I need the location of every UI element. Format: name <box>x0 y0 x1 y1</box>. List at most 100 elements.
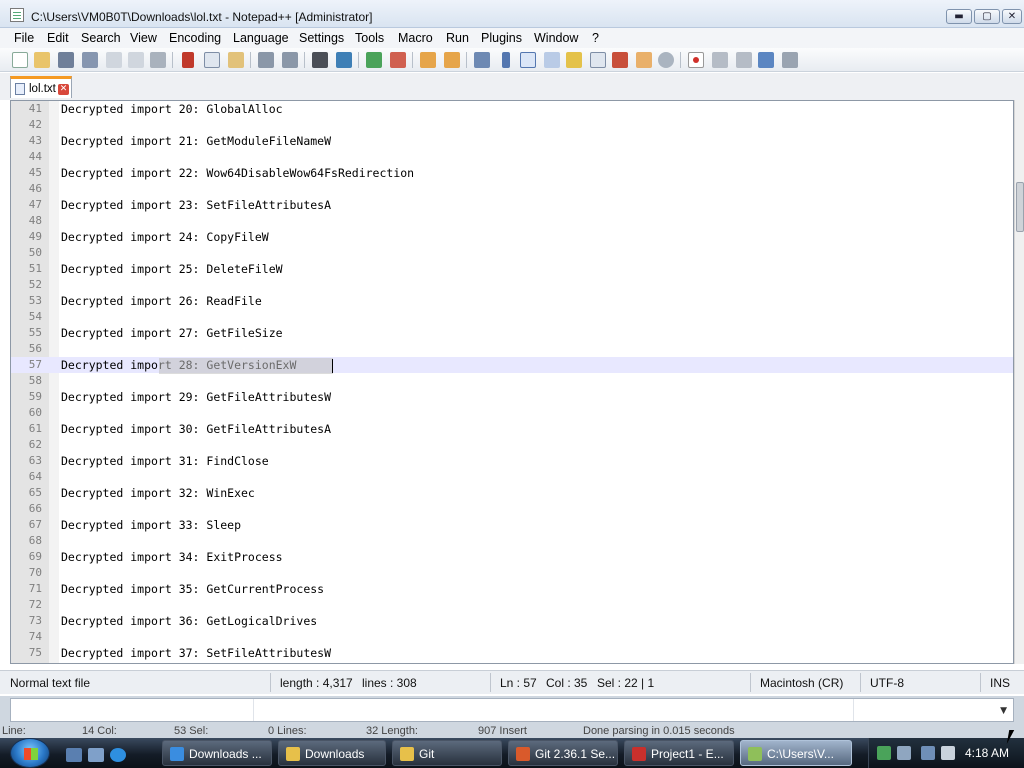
status-encoding[interactable]: UTF-8 <box>870 676 904 690</box>
run-macro-multiple-icon[interactable] <box>758 52 774 68</box>
save-icon[interactable] <box>58 52 74 68</box>
monitor-icon[interactable] <box>636 52 652 68</box>
scrollbar-thumb[interactable] <box>1016 182 1024 232</box>
udl-icon[interactable] <box>544 52 560 68</box>
taskbar-button[interactable]: Downloads <box>278 740 386 766</box>
close-window-button[interactable]: ✕ <box>1002 9 1022 24</box>
menu-encoding[interactable]: Encoding <box>169 31 221 45</box>
eye-icon[interactable] <box>658 52 674 68</box>
editor-line[interactable]: 55 Decrypted import 27: GetFileSize <box>11 325 1013 341</box>
undo-icon[interactable] <box>258 52 274 68</box>
taskbar-button[interactable]: Project1 - E... <box>624 740 734 766</box>
editor-line[interactable]: 63 Decrypted import 31: FindClose <box>11 453 1013 469</box>
volume-muted-icon[interactable] <box>941 746 955 760</box>
doc-map-icon[interactable] <box>566 52 582 68</box>
function-list-icon[interactable] <box>590 52 606 68</box>
taskbar-button[interactable]: Git <box>392 740 502 766</box>
text-lines[interactable]: 41 Decrypted import 20: GlobalAlloc 42 43 De… <box>11 101 1013 661</box>
editor-empty-line[interactable]: 58 <box>11 373 1013 389</box>
redo-icon[interactable] <box>282 52 298 68</box>
copy-icon[interactable] <box>204 52 220 68</box>
network-icon[interactable] <box>877 746 891 760</box>
zoom-out-icon[interactable] <box>390 52 406 68</box>
editor-empty-line[interactable]: 54 <box>11 309 1013 325</box>
editor-empty-line[interactable]: 74 <box>11 629 1013 645</box>
editor-line[interactable]: 65 Decrypted import 32: WinExec <box>11 485 1013 501</box>
menu-window[interactable]: Window <box>534 31 578 45</box>
cut-icon[interactable] <box>182 52 194 68</box>
secondary-dropdown[interactable]: ▼ <box>10 698 1014 722</box>
editor-empty-line[interactable]: 56 <box>11 341 1013 357</box>
indent-guide-icon[interactable] <box>520 52 536 68</box>
switch-windows-icon[interactable] <box>88 748 104 762</box>
start-button[interactable] <box>10 738 50 768</box>
record-macro-icon[interactable] <box>688 52 704 68</box>
play-macro-icon[interactable] <box>736 52 752 68</box>
editor-line[interactable]: 67 Decrypted import 33: Sleep <box>11 517 1013 533</box>
new-icon[interactable] <box>12 52 28 68</box>
menu-macro[interactable]: Macro <box>398 31 433 45</box>
editor-empty-line[interactable]: 68 <box>11 533 1013 549</box>
menu-tools[interactable]: Tools <box>355 31 384 45</box>
editor-line[interactable]: 61 Decrypted import 30: GetFileAttributes… <box>11 421 1013 437</box>
editor-line[interactable]: 53 Decrypted import 26: ReadFile <box>11 293 1013 309</box>
menu-search[interactable]: Search <box>81 31 121 45</box>
editor-line[interactable]: 49 Decrypted import 24: CopyFileW <box>11 229 1013 245</box>
menu-run[interactable]: Run <box>446 31 469 45</box>
replace-icon[interactable] <box>336 52 352 68</box>
menu-plugins[interactable]: Plugins <box>481 31 522 45</box>
menu-help[interactable]: ? <box>592 31 599 45</box>
menu-edit[interactable]: Edit <box>47 31 69 45</box>
find-icon[interactable] <box>312 52 328 68</box>
editor-empty-line[interactable]: 52 <box>11 277 1013 293</box>
editor-empty-line[interactable]: 50 <box>11 245 1013 261</box>
taskbar-button[interactable]: Git 2.36.1 Se... <box>508 740 618 766</box>
status-eol[interactable]: Macintosh (CR) <box>760 676 843 690</box>
clock[interactable]: 4:18 AM <box>965 746 1009 760</box>
sync-h-icon[interactable] <box>444 52 460 68</box>
editor-empty-line[interactable]: 66 <box>11 501 1013 517</box>
editor-line[interactable]: 43 Decrypted import 21: GetModuleFileName… <box>11 133 1013 149</box>
editor-line[interactable]: 41 Decrypted import 20: GlobalAlloc <box>11 101 1013 117</box>
maximize-button[interactable]: ▢ <box>974 9 1000 24</box>
tab-close-button[interactable]: ✕ <box>58 84 69 95</box>
monitor-tray-icon[interactable] <box>921 746 935 760</box>
editor-line[interactable]: 75 Decrypted import 37: SetFileAttributes… <box>11 645 1013 661</box>
sync-v-icon[interactable] <box>420 52 436 68</box>
zoom-in-icon[interactable] <box>366 52 382 68</box>
menu-settings[interactable]: Settings <box>299 31 344 45</box>
editor-line[interactable]: 45 Decrypted import 22: Wow64DisableWow64… <box>11 165 1013 181</box>
taskbar-button[interactable]: C:\Users\V... <box>740 740 852 766</box>
editor-empty-line[interactable]: 48 <box>11 213 1013 229</box>
editor-empty-line[interactable]: 60 <box>11 405 1013 421</box>
editor-area[interactable]: 41 Decrypted import 20: GlobalAlloc 42 43 De… <box>10 100 1014 664</box>
close-icon[interactable] <box>106 52 122 68</box>
editor-empty-line[interactable]: 72 <box>11 597 1013 613</box>
editor-line[interactable]: 69 Decrypted import 34: ExitProcess <box>11 549 1013 565</box>
editor-line[interactable]: 51 Decrypted import 25: DeleteFileW <box>11 261 1013 277</box>
editor-line[interactable]: 73 Decrypted import 36: GetLogicalDrives <box>11 613 1013 629</box>
editor-empty-line[interactable]: 62 <box>11 437 1013 453</box>
word-wrap-icon[interactable] <box>474 52 490 68</box>
print-icon[interactable] <box>150 52 166 68</box>
save-macro-icon[interactable] <box>782 52 798 68</box>
editor-line[interactable]: 59 Decrypted import 29: GetFileAttributes… <box>11 389 1013 405</box>
show-desktop-icon[interactable] <box>66 748 82 762</box>
chevron-down-icon[interactable]: ▼ <box>1000 706 1007 716</box>
taskbar-button[interactable]: Downloads ... <box>162 740 272 766</box>
save-all-icon[interactable] <box>82 52 98 68</box>
vertical-scrollbar[interactable] <box>1014 100 1024 664</box>
paste-icon[interactable] <box>228 52 244 68</box>
open-icon[interactable] <box>34 52 50 68</box>
editor-empty-line[interactable]: 64 <box>11 469 1013 485</box>
menu-file[interactable]: File <box>14 31 34 45</box>
show-all-chars-icon[interactable] <box>502 52 510 68</box>
close-all-icon[interactable] <box>128 52 144 68</box>
tab-lol-txt[interactable]: lol.txt ✕ <box>10 76 72 98</box>
stop-macro-icon[interactable] <box>712 52 728 68</box>
editor-empty-line[interactable]: 46 <box>11 181 1013 197</box>
editor-empty-line[interactable]: 42 <box>11 117 1013 133</box>
status-insert-mode[interactable]: INS <box>990 676 1010 690</box>
menu-language[interactable]: Language <box>233 31 289 45</box>
minimize-button[interactable]: ▬ <box>946 9 972 24</box>
